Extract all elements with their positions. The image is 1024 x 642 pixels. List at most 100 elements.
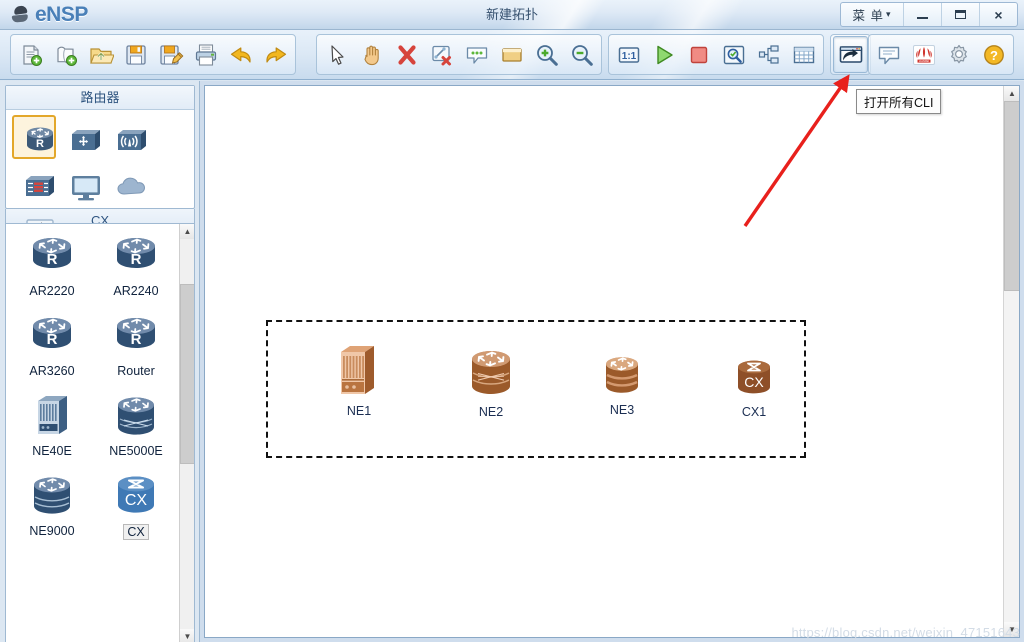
settings-button[interactable] <box>941 36 976 73</box>
rectangle-icon <box>499 42 525 68</box>
new-document-icon <box>18 42 44 68</box>
hand-tool-button[interactable] <box>354 36 389 73</box>
add-text-button[interactable] <box>459 36 494 73</box>
device-item-ne40e[interactable]: NE40E <box>10 390 94 470</box>
main-toolbar: 1:1 HUAWEI ? <box>0 30 1024 80</box>
category-router[interactable]: R <box>12 115 56 159</box>
device-label: AR2240 <box>113 284 159 298</box>
delete-x-icon <box>394 42 420 68</box>
svg-text:HUAWEI: HUAWEI <box>918 59 929 63</box>
open-all-cli-button[interactable] <box>833 36 868 73</box>
svg-text:R: R <box>131 331 142 348</box>
device-list-scrollbar[interactable]: ▲ ▼ <box>179 224 194 642</box>
category-switch[interactable] <box>58 115 102 159</box>
canvas-node-ne3[interactable]: NE3 <box>596 354 648 417</box>
stop-device-button[interactable] <box>681 36 716 73</box>
node-label: NE3 <box>609 403 635 417</box>
close-button[interactable]: × <box>979 3 1017 26</box>
device-scroll-thumb[interactable] <box>180 284 194 464</box>
undo-arrow-icon <box>228 42 254 68</box>
redo-button[interactable] <box>258 36 293 73</box>
canvas-scrollbar[interactable]: ▲ ▼ <box>1003 86 1019 637</box>
svg-text:R: R <box>131 251 142 268</box>
new-document-button[interactable] <box>13 36 48 73</box>
device-item-ne9000[interactable]: NE9000 <box>10 470 94 550</box>
router-stack-icon <box>596 354 648 402</box>
grid-button[interactable] <box>786 36 821 73</box>
folder-open-icon <box>88 42 114 68</box>
svg-text:CX: CX <box>125 492 148 509</box>
canvas-node-ne2[interactable]: NE2 <box>461 348 521 419</box>
topology-canvas[interactable]: NE1 NE2 NE3 CX CX1 ▲ ▼ <box>204 85 1020 638</box>
comment-button[interactable] <box>871 36 906 73</box>
device-list-panel: R AR2220 R AR2240 R AR3260 R Router NE40… <box>5 223 195 642</box>
node-label: CX1 <box>741 405 767 419</box>
delete-link-button[interactable] <box>424 36 459 73</box>
canvas-node-ne1[interactable]: NE1 <box>331 341 387 418</box>
ensp-application-window: eNSP 新建拓扑 菜 单 ▾ × 1:1 HUAWEI ? 路由器 R CX … <box>0 0 1024 642</box>
print-button[interactable] <box>188 36 223 73</box>
select-tool-button[interactable] <box>319 36 354 73</box>
zoom-reset-button[interactable]: 1:1 <box>611 36 646 73</box>
firewall-category-icon <box>21 170 54 196</box>
one-to-one-icon: 1:1 <box>616 42 642 68</box>
zoom-in-button[interactable] <box>529 36 564 73</box>
device-label: Router <box>117 364 155 378</box>
device-item-cx[interactable]: CX CX <box>94 470 178 550</box>
save-button[interactable] <box>118 36 153 73</box>
device-label: NE9000 <box>29 524 75 538</box>
category-wlan[interactable] <box>104 115 148 159</box>
device-item-router[interactable]: R Router <box>94 310 178 390</box>
scroll-down-arrow-icon[interactable]: ▼ <box>180 629 194 642</box>
add-shape-button[interactable] <box>494 36 529 73</box>
new-topology-button[interactable] <box>48 36 83 73</box>
window-controls: 菜 单 ▾ × <box>840 2 1018 27</box>
zoom-in-icon <box>534 42 560 68</box>
huawei-button[interactable]: HUAWEI <box>906 36 941 73</box>
comment-bubble-icon <box>464 42 490 68</box>
device-item-ar2220[interactable]: R AR2220 <box>10 230 94 310</box>
device-label: NE40E <box>32 444 72 458</box>
cli-terminal-icon <box>838 42 864 68</box>
main-body: 路由器 R CX R AR2220 R AR2240 R AR3260 R Ro… <box>0 81 1024 642</box>
category-panel: 路由器 R <box>5 85 195 247</box>
chassis-icon <box>24 392 80 442</box>
canvas-node-cx1[interactable]: CX CX1 <box>728 358 780 419</box>
save-as-button[interactable] <box>153 36 188 73</box>
category-terminal[interactable] <box>58 161 102 205</box>
scroll-up-arrow-icon[interactable]: ▲ <box>180 224 194 239</box>
menu-button[interactable]: 菜 单 ▾ <box>841 3 903 26</box>
device-label: NE5000E <box>109 444 163 458</box>
node-label: NE2 <box>478 405 504 419</box>
cursor-icon <box>324 42 350 68</box>
canvas-scroll-up-arrow-icon[interactable]: ▲ <box>1004 86 1019 101</box>
device-item-ne5000e[interactable]: NE5000E <box>94 390 178 470</box>
minimize-button[interactable] <box>903 3 941 26</box>
device-item-ar3260[interactable]: R AR3260 <box>10 310 94 390</box>
canvas-scroll-thumb[interactable] <box>1004 101 1019 291</box>
start-device-button[interactable] <box>646 36 681 73</box>
device-item-ar2240[interactable]: R AR2240 <box>94 230 178 310</box>
device-label: CX <box>123 524 149 540</box>
router-cylinder-icon: R <box>24 232 80 282</box>
svg-text:?: ? <box>990 48 998 63</box>
open-button[interactable] <box>83 36 118 73</box>
play-icon <box>651 42 677 68</box>
undo-button[interactable] <box>223 36 258 73</box>
category-cloud[interactable] <box>104 161 148 205</box>
delete-button[interactable] <box>389 36 424 73</box>
save-as-icon <box>158 42 184 68</box>
hand-icon <box>359 42 385 68</box>
maximize-button[interactable] <box>941 3 979 26</box>
device-label: AR3260 <box>29 364 75 378</box>
category-firewall[interactable] <box>12 161 56 205</box>
canvas-scroll-down-arrow-icon[interactable]: ▼ <box>1004 622 1019 637</box>
svg-text:CX: CX <box>744 374 764 390</box>
help-button[interactable]: ? <box>976 36 1011 73</box>
packet-capture-button[interactable] <box>716 36 751 73</box>
router-cylinder-icon: R <box>108 232 164 282</box>
zoom-out-button[interactable] <box>564 36 599 73</box>
topology-tree-button[interactable] <box>751 36 786 73</box>
wireless-category-icon <box>113 124 146 150</box>
svg-text:1:1: 1:1 <box>621 51 636 62</box>
